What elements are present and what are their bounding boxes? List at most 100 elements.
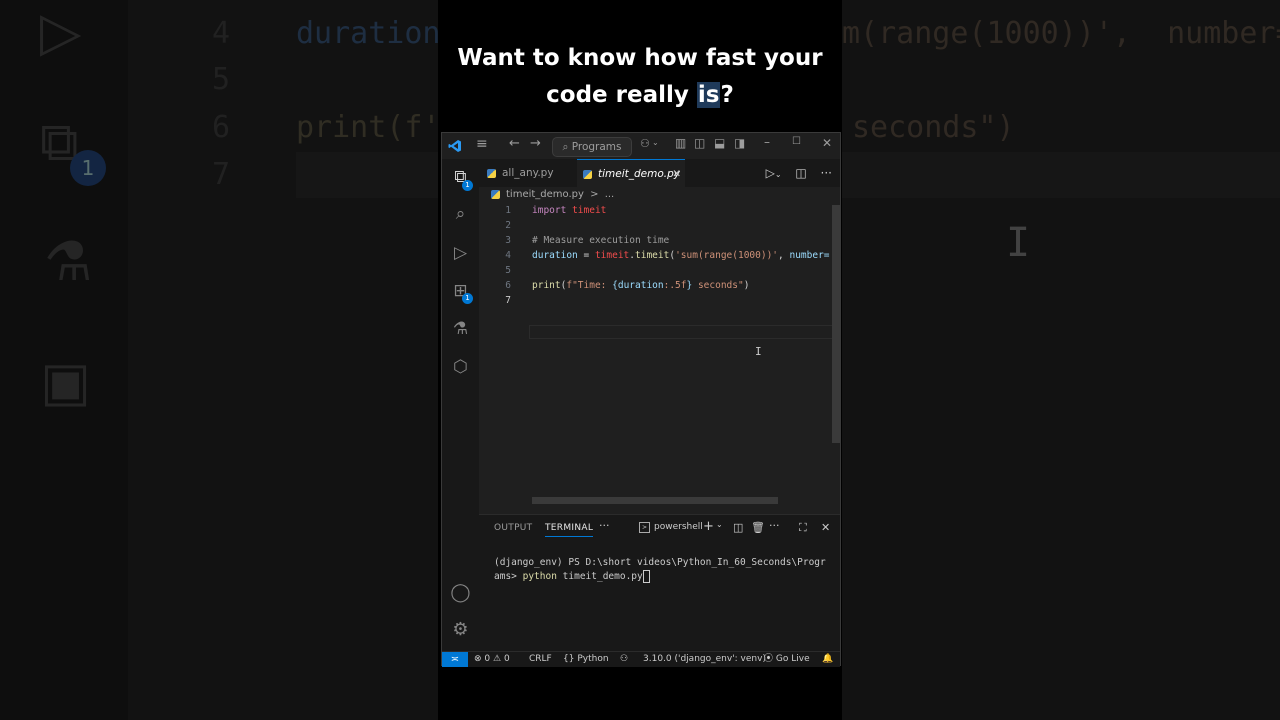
copilot-status-icon[interactable]: ⚇ <box>620 652 628 667</box>
minimize-icon[interactable]: – <box>764 135 770 149</box>
split-terminal-icon[interactable]: ◫ <box>733 521 743 534</box>
maximize-icon[interactable]: ☐ <box>792 136 801 147</box>
extensions-icon[interactable]: ⊞ <box>442 281 479 301</box>
caption-line-2: code really is? <box>438 77 842 114</box>
close-panel-icon[interactable]: ✕ <box>821 521 830 534</box>
notifications-bell-icon[interactable]: 🔔 <box>822 652 833 667</box>
account-icon[interactable]: ◯ <box>442 582 479 603</box>
toggle-secondary-sidebar-icon[interactable]: ◨ <box>734 136 745 150</box>
language-label: Python <box>577 654 609 664</box>
paren: ) <box>743 280 750 291</box>
command-center-label: Programs <box>571 141 622 153</box>
line-number: 5 <box>505 265 511 276</box>
error-count: 0 <box>484 654 491 664</box>
keyword: import <box>532 205 567 216</box>
panel-more-icon[interactable]: ··· <box>599 519 610 532</box>
split-editor-icon[interactable]: ◫ <box>795 166 806 180</box>
current-line-highlight <box>529 325 838 339</box>
warning-count: 0 <box>503 654 510 664</box>
toggle-panel-icon[interactable]: ⬓ <box>714 136 725 150</box>
caption: Want to know how fast your code really i… <box>438 40 842 114</box>
toggle-sidebar-icon[interactable]: ◫ <box>694 136 705 150</box>
string: 'sum(range(1000))' <box>675 250 779 261</box>
terminal-prompt: (django_env) PS D:\short videos\Python_I… <box>494 557 826 568</box>
status-bar: ≍ ⊗ 0 ⚠ 0 CRLF {} Python ⚇ 3.10.0 ('djan… <box>442 651 840 667</box>
more-actions-icon[interactable]: ··· <box>821 166 832 180</box>
terminal-argument: timeit_demo.py <box>556 571 643 582</box>
line-number: 2 <box>505 220 511 231</box>
new-terminal-icon[interactable]: + <box>703 519 714 534</box>
code-line-6: print(f"Time: {duration:.5f} seconds") <box>532 280 749 291</box>
tab-timeit-demo[interactable]: timeit_demo.py ✕ <box>577 159 685 187</box>
menu-icon[interactable]: ≡ <box>476 136 488 152</box>
search-icon: ⌕ <box>562 141 572 153</box>
problems-indicator[interactable]: ⊗ 0 ⚠ 0 <box>474 652 510 667</box>
remote-explorer-icon[interactable]: ⬡ <box>442 357 479 377</box>
back-arrow-icon[interactable]: ← <box>509 136 520 151</box>
line-ending-selector[interactable]: CRLF <box>529 652 552 667</box>
maximize-panel-icon[interactable]: ⛶ <box>799 521 807 535</box>
testing-flask-icon[interactable]: ⚗ <box>442 319 479 339</box>
line-number: 4 <box>505 250 511 261</box>
caption-line-1: Want to know how fast your <box>457 45 823 71</box>
activity-bar: ⧉ 1 ⌕ ▷ ⊞ 1 ⚗ ⬡ ◯ ⚙ <box>442 159 479 651</box>
search-icon[interactable]: ⌕ <box>442 204 479 224</box>
code-line-4: duration = timeit.timeit('sum(range(1000… <box>532 250 830 261</box>
copilot-icon[interactable]: ⚇ <box>640 137 650 150</box>
layout-icon[interactable]: ▥ <box>675 136 686 150</box>
run-file-icon[interactable]: ▷ <box>766 166 775 180</box>
breadcrumb-separator: > <box>590 189 599 200</box>
run-chevron-icon[interactable]: ⌄ <box>775 170 782 179</box>
tab-label: timeit_demo.py <box>598 168 681 180</box>
line-number: 6 <box>505 280 511 291</box>
horizontal-scrollbar[interactable] <box>532 497 778 504</box>
settings-gear-icon[interactable]: ⚙ <box>442 619 479 640</box>
python-file-icon <box>583 169 592 179</box>
close-window-icon[interactable]: ✕ <box>822 136 832 150</box>
go-live-label: Go Live <box>775 654 810 664</box>
bottom-panel: OUTPUT TERMINAL ··· > powershell + ⌄ ◫ 🗑 … <box>479 514 840 652</box>
broadcast-icon: ⦿ <box>764 654 774 664</box>
forward-arrow-icon[interactable]: → <box>530 136 541 151</box>
breadcrumb-more[interactable]: ... <box>605 189 615 200</box>
explorer-icon[interactable]: ⧉ <box>442 167 479 187</box>
line-number: 7 <box>505 295 511 306</box>
caption-text: code really <box>546 82 697 108</box>
close-tab-icon[interactable]: ✕ <box>672 160 681 188</box>
tab-output[interactable]: OUTPUT <box>494 523 532 533</box>
breadcrumb-file[interactable]: timeit_demo.py <box>506 189 584 200</box>
string: f"Time: <box>566 280 613 291</box>
python-file-icon <box>491 189 500 199</box>
braces-icon: {} <box>563 654 575 664</box>
terminal-instance[interactable]: > powershell <box>639 522 703 533</box>
explorer-badge: 1 <box>462 180 473 191</box>
terminal-more-icon[interactable]: ··· <box>769 519 780 532</box>
kill-terminal-trash-icon[interactable]: 🗑 <box>751 521 765 534</box>
go-live-button[interactable]: ⦿ Go Live <box>764 652 810 667</box>
command-center-search[interactable]: ⌕ Programs <box>552 137 632 157</box>
title-bar: ≡ ← → ⌕ Programs ⚇ ⌄ ▥ ◫ ⬓ ◨ – ☐ ✕ <box>442 133 840 160</box>
vertical-scrollbar[interactable] <box>832 205 840 443</box>
tab-label: all_any.py <box>502 167 554 179</box>
python-interpreter-selector[interactable]: 3.10.0 ('django_env': venv) <box>643 652 766 667</box>
terminal-output[interactable]: (django_env) PS D:\short videos\Python_I… <box>494 556 834 584</box>
run-debug-icon[interactable]: ▷ <box>442 243 479 263</box>
caption-text: ? <box>720 82 734 108</box>
language-mode-selector[interactable]: {} Python <box>563 652 609 667</box>
copilot-chevron-icon[interactable]: ⌄ <box>652 138 659 147</box>
terminal-prompt: ams> <box>494 571 523 582</box>
editor-area: all_any.py timeit_demo.py ✕ ▷⌄ ◫ ··· time… <box>479 159 840 514</box>
comment: # Measure execution time <box>532 235 670 246</box>
remote-indicator-icon[interactable]: ≍ <box>442 652 468 667</box>
extensions-badge: 1 <box>462 293 473 304</box>
caption-highlight: is <box>696 82 721 108</box>
terminal-chevron-icon[interactable]: ⌄ <box>716 520 723 529</box>
tab-all-any[interactable]: all_any.py <box>487 159 577 187</box>
code-line-1: import timeit <box>532 205 606 216</box>
python-file-icon <box>487 168 496 178</box>
function-name: timeit <box>635 250 670 261</box>
code-editor[interactable]: 1 2 3 4 5 6 7 import timeit # Measure ex… <box>479 205 840 495</box>
tab-terminal[interactable]: TERMINAL <box>545 523 594 537</box>
string: seconds" <box>692 280 744 291</box>
variable: duration <box>617 280 664 291</box>
